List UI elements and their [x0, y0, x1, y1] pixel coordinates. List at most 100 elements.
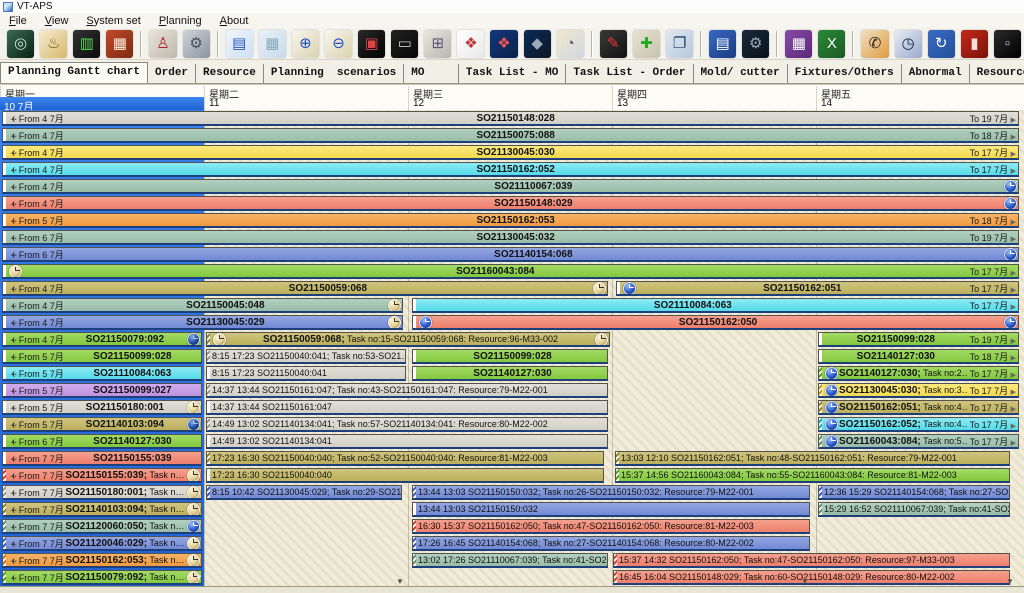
- gantt-bar[interactable]: 14:49 13:02 SO21140134:041; Task no:57-S…: [206, 417, 608, 432]
- chart-icon[interactable]: ▥: [73, 30, 100, 58]
- gantt-bar[interactable]: 8:15 17:23 SO21150040:041; Task no:53-SO…: [206, 349, 406, 364]
- gantt-bar[interactable]: ✈From 7 7月SO21150155:039: [2, 451, 202, 466]
- gantt-bar[interactable]: ✈From 6 7月SO21130045:032To 19 7月 ▶: [2, 230, 1019, 245]
- gantt-icon[interactable]: ▤: [226, 30, 253, 58]
- tiles-icon[interactable]: ❖: [457, 30, 484, 58]
- gantt-bar[interactable]: ✈From 6 7月SO21140127:030: [2, 434, 202, 449]
- gantt-bar[interactable]: SO21130045:030; Task no:3…To 17 7月 ▶: [818, 383, 1019, 398]
- person-icon[interactable]: ♙: [149, 30, 176, 58]
- tab-planning-gantt-chart[interactable]: Planning Gantt chart: [0, 62, 148, 83]
- gantt-bar[interactable]: ✈From 4 7月SO21150148:029: [2, 196, 1019, 211]
- date-cell[interactable]: 12: [408, 97, 612, 111]
- dark-gear-icon[interactable]: ⚙: [742, 30, 769, 58]
- gantt-bar[interactable]: 13:02 17:26 SO21110067:039; Task no:41-S…: [412, 553, 608, 568]
- gantt-bar[interactable]: SO21140127:030; Task no:2…To 17 7月 ▶: [818, 366, 1019, 381]
- date-cell[interactable]: 10 7月: [0, 97, 204, 111]
- gantt-bar[interactable]: SO21150162:050: [412, 315, 1019, 330]
- gantt-bar[interactable]: SO21140127:030: [412, 366, 608, 381]
- tab-planning-scenarios[interactable]: Planning scenarios: [264, 64, 404, 83]
- gantt-bar[interactable]: ✈From 5 7月SO21140103:094: [2, 417, 202, 432]
- gantt-bar[interactable]: 17:23 16:30 SO21150040:040: [206, 468, 604, 483]
- books-icon[interactable]: ▮: [961, 30, 988, 58]
- tab-resource-load[interactable]: Resource load: [970, 64, 1024, 83]
- tab-order[interactable]: Order: [148, 64, 196, 83]
- shield-icon[interactable]: ◆: [524, 30, 551, 58]
- scroll-down-icon[interactable]: ▼: [1006, 578, 1014, 586]
- gantt-bar[interactable]: SO21150162:052; Task no:4…To 17 7月 ▶: [818, 417, 1019, 432]
- clipboard-add-icon[interactable]: ✚: [633, 30, 660, 58]
- gantt-bar[interactable]: ✈From 4 7月SO21150079:092: [2, 332, 202, 347]
- gantt-bar[interactable]: ✈From 7 7月SO21150079:092; Task n…: [2, 570, 202, 585]
- tea-icon[interactable]: ♨: [40, 30, 67, 58]
- zoom-out-icon[interactable]: ⊖: [325, 30, 352, 58]
- tab-task-list-mo[interactable]: Task List - MO: [459, 64, 566, 83]
- gantt-bar[interactable]: ✈From 4 7月SO21150075:088To 18 7月 ▶: [2, 128, 1019, 143]
- gantt-bar[interactable]: SO21150162:051To 17 7月 ▶: [616, 281, 1019, 296]
- gantt-bar[interactable]: 16:45 16:04 SO21150148:029; Task no:60-S…: [613, 570, 1010, 585]
- gantt-bar[interactable]: 14:37 13:44 SO21150161:047; Task no:43-S…: [206, 383, 608, 398]
- dark-tiles-icon[interactable]: ❖: [490, 30, 517, 58]
- calendar-icon[interactable]: ▦: [106, 30, 133, 58]
- record-icon[interactable]: ◎: [7, 30, 34, 58]
- dark-calendar-icon[interactable]: ▣: [358, 30, 385, 58]
- gantt-bar[interactable]: ✈From 4 7月SO21150045:048: [2, 298, 403, 313]
- gantt-bar[interactable]: 13:44 13:03 SO21150150:032: [412, 502, 810, 517]
- gantt-bar[interactable]: ✈From 5 7月SO21150099:028: [2, 349, 202, 364]
- menu-view[interactable]: View: [36, 15, 78, 27]
- tab-mold-cutter[interactable]: Mold/ cutter: [694, 64, 788, 83]
- gantt-bar[interactable]: SO21150162:051; Task no:4…To 17 7月 ▶: [818, 400, 1019, 415]
- gantt-bar[interactable]: 15:37 14:56 SO21160043:084; Task no:55-S…: [615, 468, 1010, 483]
- gantt-bar[interactable]: 14:37 13:44 SO21150161:047: [206, 400, 608, 415]
- gantt-bar[interactable]: SO21150059:068; Task no:15-SO21150059:06…: [206, 332, 610, 347]
- gantt-bar[interactable]: 13:44 13:03 SO21150150:032; Task no:26-S…: [412, 485, 810, 500]
- phone-icon[interactable]: ✆: [861, 30, 888, 58]
- gantt-bar[interactable]: 13:03 12:10 SO21150162:051; Task no:48-S…: [615, 451, 1010, 466]
- floppy-icon[interactable]: ▫: [994, 30, 1021, 58]
- gantt-bar[interactable]: ✈From 5 7月SO21150180:001: [2, 400, 202, 415]
- tab-fixtures-others[interactable]: Fixtures/Others: [788, 64, 902, 83]
- gantt-bar[interactable]: 8:15 10:42 SO21130045:029; Task no:29-SO…: [206, 485, 402, 500]
- gantt-bar[interactable]: ✈From 4 7月SO21150148:028To 19 7月 ▶: [2, 111, 1019, 126]
- gantt-bar[interactable]: ✈From 7 7月SO21150180:001; Task n…: [2, 485, 202, 500]
- gantt-bar[interactable]: SO21160043:084; Task no:5…To 17 7月 ▶: [818, 434, 1019, 449]
- export-window-icon[interactable]: ❐: [666, 30, 693, 58]
- sheet-chart-icon[interactable]: ▦: [259, 30, 286, 58]
- gantt-bar[interactable]: SO21140127:030To 18 7月 ▶: [818, 349, 1019, 364]
- gantt-bar[interactable]: 16:30 15:37 SO21150162:050; Task no:47-S…: [412, 519, 810, 534]
- gantt-bar[interactable]: ✈From 4 7月SO21130045:029: [2, 315, 403, 330]
- gantt-bar[interactable]: ✈From 4 7月SO21110067:039: [2, 179, 1019, 194]
- gantt-bar[interactable]: ✈From 5 7月SO21150162:053To 18 7月 ▶: [2, 213, 1019, 228]
- scroll-down-icon[interactable]: ▼: [801, 578, 809, 586]
- tab-resource[interactable]: Resource: [196, 64, 264, 83]
- gantt-bar[interactable]: 17:26 16:45 SO21140154:068; Task no:27-S…: [412, 536, 810, 551]
- gantt-bar[interactable]: ✈From 4 7月SO21130045:030To 17 7月 ▶: [2, 145, 1019, 160]
- gantt-bar[interactable]: 8:15 17:23 SO21150040:041: [206, 366, 406, 381]
- gantt-bar[interactable]: 17:23 16:30 SO21150040:040; Task no:52-S…: [206, 451, 604, 466]
- grid-refresh-icon[interactable]: ↻: [928, 30, 955, 58]
- gantt-bar[interactable]: 14:49 13:02 SO21140134:041: [206, 434, 608, 449]
- tab-task-list-order[interactable]: Task List - Order: [566, 64, 693, 83]
- scroll-down-icon[interactable]: ▼: [396, 578, 404, 586]
- gantt-bar[interactable]: SO21110084:063To 17 7月 ▶: [412, 298, 1019, 313]
- zoom-in-icon[interactable]: ⊕: [292, 30, 319, 58]
- scroll-down-icon[interactable]: ▼: [195, 574, 203, 582]
- date-cell[interactable]: 11: [204, 97, 408, 111]
- gantt-bar[interactable]: ✈From 7 7月SO21140103:094; Task n…: [2, 502, 202, 517]
- gantt-bar[interactable]: ✈From 7 7月SO21150162:053; Task n…: [2, 553, 202, 568]
- tab-abnormal[interactable]: Abnormal: [902, 64, 970, 83]
- gantt-bar[interactable]: ✈From 5 7月SO21150099:027: [2, 383, 202, 398]
- gantt-bar[interactable]: SO21160043:084To 17 7月 ▶: [2, 264, 1019, 279]
- gantt-bar[interactable]: SO21150099:028To 19 7月 ▶: [818, 332, 1019, 347]
- gantt-bar[interactable]: ✈From 4 7月SO21150059:068: [2, 281, 608, 296]
- menu-file[interactable]: File: [0, 15, 36, 27]
- gantt-bar[interactable]: SO21150099:028: [412, 349, 608, 364]
- menu-about[interactable]: About: [211, 15, 258, 27]
- date-cell[interactable]: 14: [816, 97, 1024, 111]
- excel-icon[interactable]: X: [818, 30, 845, 58]
- gantt-bar[interactable]: ✈From 7 7月SO21150155:039; Task n…: [2, 468, 202, 483]
- gantt-bar[interactable]: ✈From 7 7月SO21120046:029; Task n…: [2, 536, 202, 551]
- schedule-grid-icon[interactable]: ▦: [785, 30, 812, 58]
- gantt-bar[interactable]: ✈From 5 7月SO21110084:063: [2, 366, 202, 381]
- date-cell[interactable]: 13: [612, 97, 816, 111]
- gantt-bar[interactable]: ✈From 7 7月SO21120060:050; Task n…: [2, 519, 202, 534]
